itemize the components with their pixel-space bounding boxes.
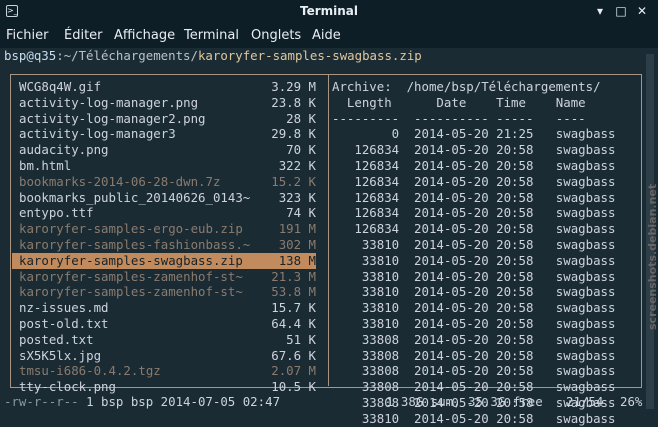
file-name[interactable]: activity-log-manager3 [19, 126, 176, 142]
file-size: 21.3 M [271, 268, 316, 284]
file-name[interactable]: audacity.png [19, 142, 109, 158]
file-name[interactable]: karoryfer-samples-ergo-eub.zip [19, 221, 243, 237]
terminal-area[interactable]: bsp@q35:~/Téléchargements/karoryfer-samp… [0, 48, 658, 426]
file-size: 23.8 K [271, 94, 316, 110]
archive-row: 0 2014-05-20 21:25 swagbass [332, 126, 616, 142]
file-name[interactable]: WCG8q4W.gif [19, 79, 101, 95]
status-summary: 1.38G sum, 35.3G free [386, 394, 543, 409]
file-size: 191 M [278, 221, 316, 237]
menu-terminal[interactable]: Terminal [184, 28, 239, 43]
file-name[interactable]: karoryfer-samples-swagbass.zip [19, 253, 243, 269]
archive-row: 33810 2014-05-20 20:58 swagbass [332, 252, 616, 268]
menu-bar: Fichier Éditer Affichage Terminal Onglet… [0, 24, 658, 48]
file-name[interactable]: karoryfer-samples-zamenhof-st~ [19, 269, 243, 285]
title-bar: >_ Terminal ▾ □ ✕ [0, 0, 658, 24]
window-title: Terminal [299, 4, 359, 18]
file-name[interactable]: bm.html [19, 158, 71, 174]
archive-row: 33810 2014-05-20 20:58 swagbass [332, 268, 616, 284]
archive-row: 33810 2014-05-20 20:58 swagbass [332, 284, 616, 300]
status-position: 21/54 [566, 394, 604, 409]
archive-row: 126834 2014-05-20 20:58 swagbass [332, 158, 616, 173]
file-name[interactable]: karoryfer-samples-fashionbass.~ [19, 237, 250, 253]
menu-affichage[interactable]: Affichage [114, 28, 175, 43]
archive-row: 33810 2014-05-20 20:58 swagbass [332, 410, 616, 426]
archive-row: 33810 2014-05-20 20:58 swagbass [332, 237, 616, 252]
prompt-file: karoryfer-samples-swagbass.zip [197, 48, 422, 63]
archive-row: 126834 2014-05-20 20:58 swagbass [332, 142, 616, 158]
file-name[interactable]: activity-log-manager.png [19, 95, 198, 111]
archive-row: 33810 2014-05-20 20:58 swagbass [332, 316, 616, 331]
file-size: 10.5 K [271, 379, 316, 395]
file-name[interactable]: karoryfer-samples-zamenhof-st~ [19, 284, 243, 300]
file-size: 64.4 K [271, 316, 316, 331]
file-size: 322 K [278, 158, 316, 173]
file-name[interactable]: bookmarks-2014-06-28-dwn.7z [19, 174, 220, 190]
archive-row: 126834 2014-05-20 20:58 swagbass [332, 221, 616, 237]
status-percent: 26% [620, 394, 643, 409]
file-name[interactable]: post-old.txt [19, 316, 109, 332]
archive-row: 33808 2014-05-20 20:58 swagbass [332, 331, 616, 347]
file-name[interactable]: posted.txt [19, 332, 94, 348]
close-button[interactable]: ✕ [634, 3, 650, 19]
menu-fichier[interactable]: Fichier [6, 28, 49, 43]
archive-row: 126834 2014-05-20 20:58 swagbass [332, 173, 616, 189]
file-size: 15.7 K [271, 300, 316, 316]
pane-divider [328, 74, 329, 386]
file-size: 28 K [286, 110, 316, 126]
file-name[interactable]: entypo.ttf [19, 205, 94, 221]
file-size: 51 K [286, 331, 316, 347]
archive-row: 126834 2014-05-20 20:58 swagbass [332, 189, 616, 205]
file-size: 138 M [278, 252, 316, 268]
watermark-text: screenshots.debian.net [646, 183, 658, 330]
file-name[interactable]: sX5K5lx.jpg [19, 348, 101, 364]
file-size: 67.6 K [271, 347, 316, 363]
file-size: 70 K [286, 142, 316, 158]
file-name[interactable]: activity-log-manager2.png [19, 111, 206, 127]
archive-columns: Length Date Time Name [332, 94, 586, 110]
file-size: 323 K [278, 189, 316, 205]
status-mode: -rw-r--r-- 1 bsp bsp 2014-07-05 02:47 [4, 394, 281, 409]
file-name[interactable]: bookmarks_public_20140626_0143~ [19, 190, 250, 206]
archive-row: 33810 2014-05-20 20:58 swagbass [332, 300, 616, 316]
archive-row: 33808 2014-05-20 20:58 swagbass [332, 379, 616, 395]
file-name[interactable]: nz-issues.md [19, 300, 109, 316]
file-size: 29.8 K [271, 126, 316, 142]
minimize-button[interactable]: ▾ [592, 3, 608, 19]
file-size: 302 M [278, 237, 316, 252]
status-file-info: 1 bsp bsp 2014-07-05 02:47 [78, 394, 281, 409]
menu-onglets[interactable]: Onglets [251, 28, 301, 43]
file-size: 2.07 M [271, 363, 316, 379]
file-size: 3.29 M [271, 79, 316, 94]
archive-row: 33808 2014-05-20 20:58 swagbass [332, 347, 616, 363]
archive-header: Archive: /home/bsp/Téléchargements/ [332, 79, 601, 94]
file-name[interactable]: tty-clock.png [19, 379, 116, 395]
archive-separator: --------- ---------- ----- ---- [332, 110, 586, 126]
archive-row: 126834 2014-05-20 20:58 swagbass [332, 205, 616, 221]
menu-editer[interactable]: Éditer [64, 28, 103, 43]
prompt-path: :~/Téléchargements/ [56, 48, 198, 63]
file-size: 15.2 K [271, 173, 316, 189]
menu-aide[interactable]: Aide [312, 28, 341, 43]
file-size: 74 K [286, 205, 316, 221]
shell-prompt: bsp@q35:~/Téléchargements/karoryfer-samp… [4, 48, 422, 64]
file-size: 53.8 M [271, 284, 316, 300]
prompt-user-host: bsp@q35 [4, 48, 57, 63]
file-name[interactable]: tmsu-i686-0.4.2.tgz [19, 363, 161, 379]
maximize-button[interactable]: □ [613, 3, 629, 19]
archive-row: 33808 2014-05-20 20:58 swagbass [332, 363, 616, 379]
